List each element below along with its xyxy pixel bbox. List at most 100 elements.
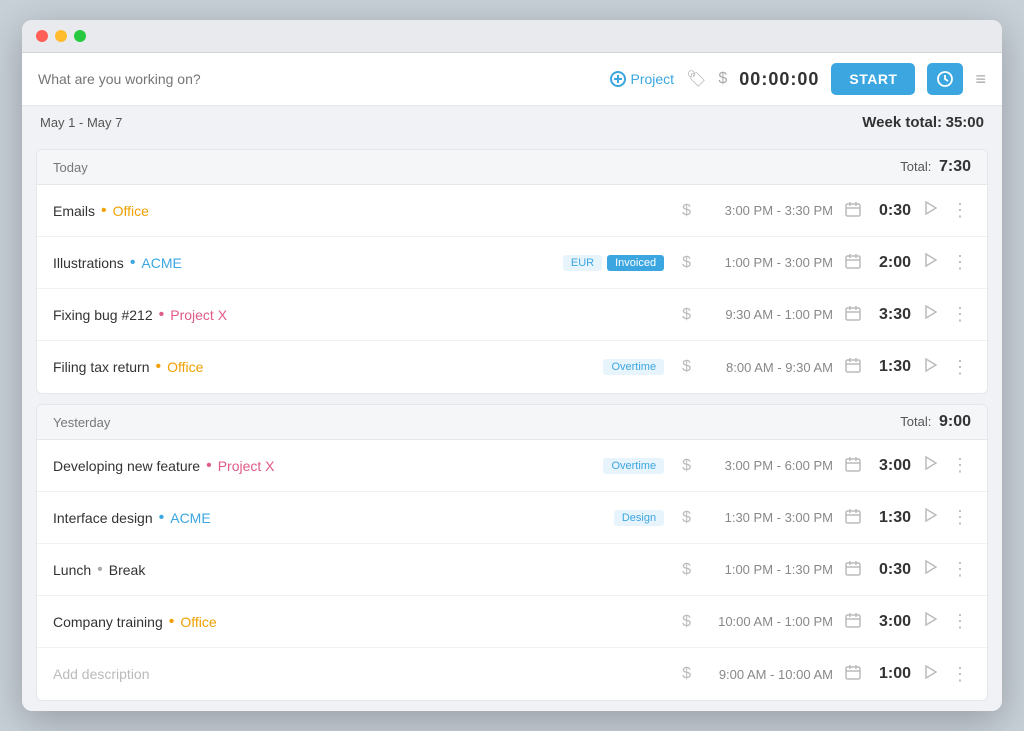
billable-icon[interactable]: $ bbox=[678, 358, 695, 376]
billable-icon[interactable]: $ bbox=[678, 254, 695, 272]
duration: 1:30 bbox=[873, 358, 911, 376]
play-button[interactable] bbox=[919, 612, 941, 631]
start-button[interactable]: START bbox=[831, 63, 915, 95]
project-bullet: • bbox=[155, 358, 161, 376]
duration: 0:30 bbox=[873, 202, 911, 220]
project-name: ACME bbox=[141, 255, 181, 271]
entry-description: Illustrations • ACME bbox=[53, 254, 555, 272]
calendar-icon[interactable] bbox=[841, 456, 865, 476]
billable-icon[interactable]: $ bbox=[678, 202, 695, 220]
week-total-value: 35:00 bbox=[946, 114, 984, 131]
table-row: Company training • Office $ 10:00 AM - 1… bbox=[37, 596, 987, 648]
project-bullet: • bbox=[206, 457, 212, 475]
calendar-icon[interactable] bbox=[841, 560, 865, 580]
play-button[interactable] bbox=[919, 201, 941, 220]
duration: 3:00 bbox=[873, 457, 911, 475]
play-button[interactable] bbox=[919, 665, 941, 684]
more-menu-button[interactable]: ⋮ bbox=[949, 664, 971, 685]
more-menu-button[interactable]: ⋮ bbox=[949, 200, 971, 221]
entry-title: Illustrations bbox=[53, 255, 124, 271]
more-menu-button[interactable]: ⋮ bbox=[949, 357, 971, 378]
time-range: 1:30 PM - 3:00 PM bbox=[703, 510, 833, 525]
calendar-icon[interactable] bbox=[841, 357, 865, 377]
time-range: 3:00 PM - 6:00 PM bbox=[703, 458, 833, 473]
play-button[interactable] bbox=[919, 456, 941, 475]
time-range: 8:00 AM - 9:30 AM bbox=[703, 360, 833, 375]
calendar-icon[interactable] bbox=[841, 201, 865, 221]
entry-title: Interface design bbox=[53, 510, 153, 526]
section-label: Today bbox=[53, 160, 88, 175]
project-name: Break bbox=[109, 562, 146, 578]
section-label: Yesterday bbox=[53, 415, 110, 430]
entry-title: Developing new feature bbox=[53, 458, 200, 474]
entry-description: Lunch • Break bbox=[53, 561, 670, 579]
project-name: Project X bbox=[170, 307, 227, 323]
tag-badge: Overtime bbox=[603, 458, 664, 474]
billable-icon[interactable]: $ bbox=[678, 457, 695, 475]
billable-icon[interactable]: $ bbox=[678, 509, 695, 527]
entry-title: Emails bbox=[53, 203, 95, 219]
entry-description: Company training • Office bbox=[53, 613, 670, 631]
billable-icon[interactable]: $ bbox=[678, 613, 695, 631]
tag-badge: Design bbox=[614, 510, 664, 526]
time-range: 9:30 AM - 1:00 PM bbox=[703, 307, 833, 322]
entry-title: Lunch bbox=[53, 562, 91, 578]
project-button[interactable]: Project bbox=[610, 71, 675, 87]
play-button[interactable] bbox=[919, 508, 941, 527]
tag-badge: EUR bbox=[563, 255, 602, 271]
duration: 3:00 bbox=[873, 613, 911, 631]
play-button[interactable] bbox=[919, 560, 941, 579]
section-total: Total: 7:30 bbox=[900, 158, 971, 176]
more-menu-button[interactable]: ⋮ bbox=[949, 559, 971, 580]
tag-icon[interactable]: 🏷 bbox=[686, 69, 706, 89]
project-bullet: • bbox=[130, 254, 136, 272]
project-bullet: • bbox=[159, 306, 165, 324]
table-row: Lunch • Break $ 1:00 PM - 1:30 PM 0:30 bbox=[37, 544, 987, 596]
top-bar: Project 🏷 $ 00:00:00 START ≡ bbox=[22, 53, 1002, 106]
billable-icon[interactable]: $ bbox=[678, 561, 695, 579]
calendar-icon[interactable] bbox=[841, 664, 865, 684]
calendar-icon[interactable] bbox=[841, 612, 865, 632]
close-dot[interactable] bbox=[36, 30, 48, 42]
project-name: Office bbox=[113, 203, 149, 219]
play-button[interactable] bbox=[919, 358, 941, 377]
minimize-dot[interactable] bbox=[55, 30, 67, 42]
app-window: Project 🏷 $ 00:00:00 START ≡ May 1 - May… bbox=[22, 20, 1002, 711]
duration: 0:30 bbox=[873, 561, 911, 579]
maximize-dot[interactable] bbox=[74, 30, 86, 42]
duration: 1:00 bbox=[873, 665, 911, 683]
more-menu-button[interactable]: ⋮ bbox=[949, 252, 971, 273]
section-today: Today Total: 7:30 Emails • Office $ 3:00… bbox=[36, 149, 988, 394]
title-bar bbox=[22, 20, 1002, 53]
entry-description: Developing new feature • Project X bbox=[53, 457, 595, 475]
table-row: Developing new feature • Project X Overt… bbox=[37, 440, 987, 492]
project-name: ACME bbox=[170, 510, 210, 526]
time-range: 3:00 PM - 3:30 PM bbox=[703, 203, 833, 218]
more-menu-button[interactable]: ⋮ bbox=[949, 455, 971, 476]
calendar-icon[interactable] bbox=[841, 508, 865, 528]
clock-button[interactable] bbox=[927, 63, 963, 95]
entry-title: Fixing bug #212 bbox=[53, 307, 153, 323]
billable-icon[interactable]: $ bbox=[678, 665, 695, 683]
search-input[interactable] bbox=[38, 71, 598, 87]
project-bullet: • bbox=[169, 613, 175, 631]
table-row: Filing tax return • Office Overtime $ 8:… bbox=[37, 341, 987, 393]
more-menu-button[interactable]: ⋮ bbox=[949, 304, 971, 325]
billable-icon[interactable]: $ bbox=[678, 306, 695, 324]
entry-description: Emails • Office bbox=[53, 202, 670, 220]
tag-badge: Overtime bbox=[603, 359, 664, 375]
play-button[interactable] bbox=[919, 305, 941, 324]
duration: 2:00 bbox=[873, 254, 911, 272]
play-button[interactable] bbox=[919, 253, 941, 272]
table-row: Illustrations • ACME EURInvoiced $ 1:00 … bbox=[37, 237, 987, 289]
more-menu-button[interactable]: ⋮ bbox=[949, 611, 971, 632]
calendar-icon[interactable] bbox=[841, 253, 865, 273]
more-menu-button[interactable]: ⋮ bbox=[949, 507, 971, 528]
project-bullet: • bbox=[159, 509, 165, 527]
project-name: Project X bbox=[218, 458, 275, 474]
tag-badge: Invoiced bbox=[607, 255, 664, 271]
dollar-icon[interactable]: $ bbox=[718, 70, 727, 88]
entry-title: Add description bbox=[53, 666, 150, 682]
calendar-icon[interactable] bbox=[841, 305, 865, 325]
menu-icon[interactable]: ≡ bbox=[975, 69, 986, 90]
